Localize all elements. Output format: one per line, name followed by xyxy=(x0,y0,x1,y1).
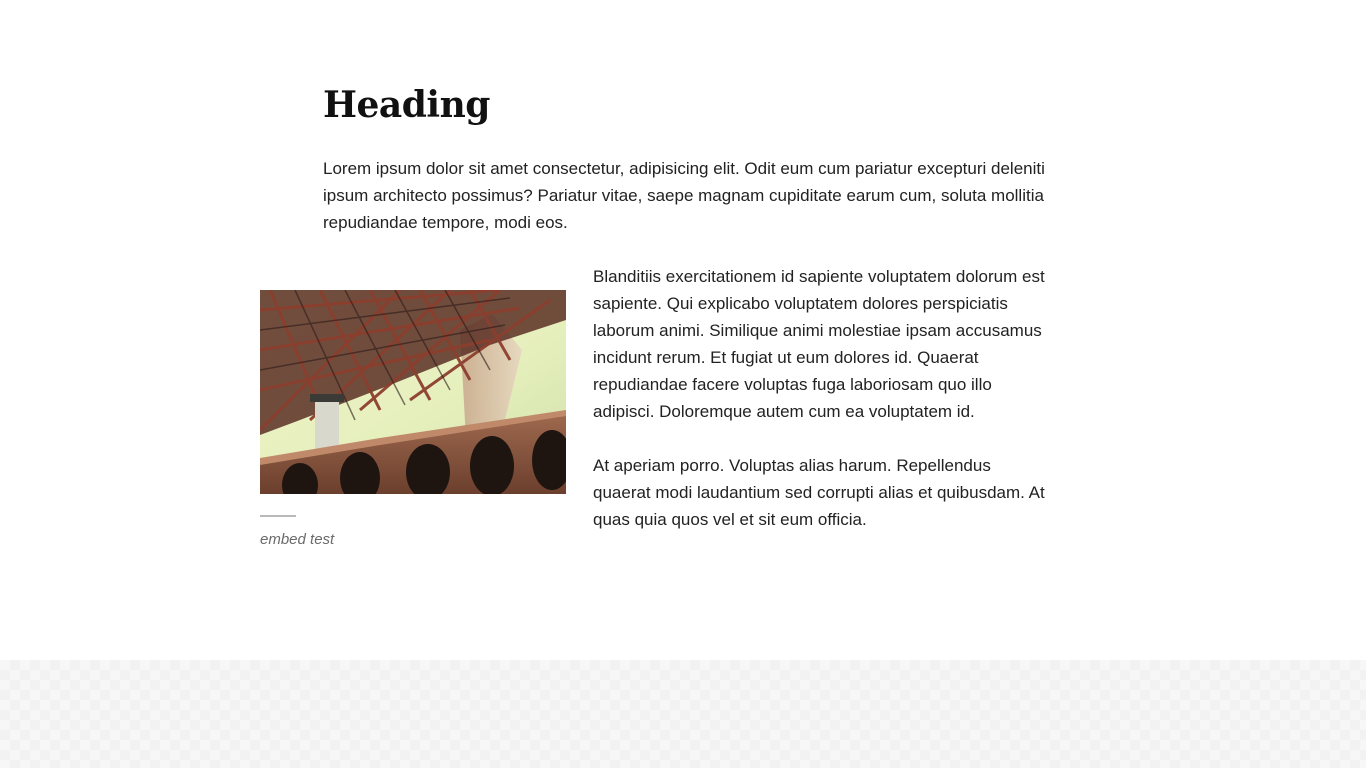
embedded-figure: embed test xyxy=(260,290,566,548)
bridge-photo xyxy=(260,290,566,494)
intro-paragraph: Lorem ipsum dolor sit amet consectetur, … xyxy=(323,159,1045,232)
page-title: Heading xyxy=(323,84,490,126)
figure-caption: embed test xyxy=(260,531,335,548)
side-text-column: Blanditiis exercitationem id sapiente vo… xyxy=(593,263,1048,560)
caption-divider xyxy=(260,515,296,517)
article: Heading Lorem ipsum dolor sit amet conse… xyxy=(0,0,1366,660)
footer-pattern-band xyxy=(0,660,1366,768)
body-paragraph-1: Blanditiis exercitationem id sapiente vo… xyxy=(593,267,1045,421)
body-paragraph-2: At aperiam porro. Voluptas alias harum. … xyxy=(593,456,1045,529)
